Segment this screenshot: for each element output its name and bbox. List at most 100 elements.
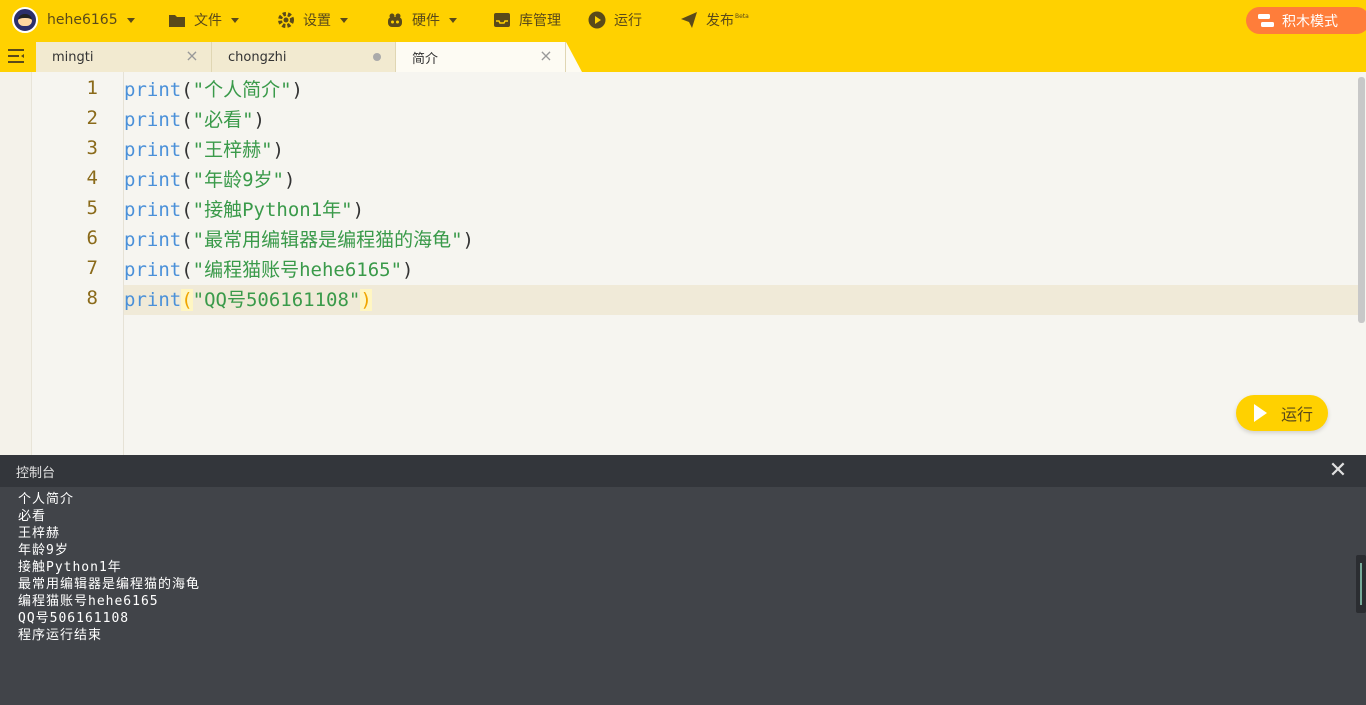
- code-paren-highlighted: ): [360, 289, 372, 311]
- console-scrollbar[interactable]: [1356, 555, 1366, 613]
- run-button-label: 运行: [1281, 405, 1314, 424]
- close-icon[interactable]: ✕: [1328, 460, 1348, 482]
- tab-bar: mingti × chongzhi 简介 ×: [0, 40, 1366, 72]
- code-string: "王梓赫": [192, 139, 273, 161]
- code-line[interactable]: print("接触Python1年"): [124, 195, 1358, 225]
- robot-icon: [386, 11, 404, 29]
- code-line[interactable]: print("最常用编辑器是编程猫的海龟"): [124, 225, 1358, 255]
- code-paren-highlighted: (: [181, 289, 193, 311]
- console-output: 个人简介 必看 王梓赫 年龄9岁 接触Python1年 最常用编辑器是编程猫的海…: [0, 487, 1366, 705]
- tab-label: 简介: [412, 51, 439, 67]
- hardware-menu-label: 硬件: [412, 13, 440, 29]
- line-number: 1: [86, 77, 98, 99]
- code-string: "个人简介": [192, 79, 292, 101]
- console-line: 年龄9岁: [18, 543, 69, 558]
- code-paren: ): [352, 199, 365, 221]
- code-string: "接触Python1年": [192, 199, 353, 221]
- close-icon[interactable]: ×: [539, 48, 553, 64]
- line-number: 4: [86, 167, 98, 189]
- console-line: 王梓赫: [18, 526, 61, 541]
- paper-plane-icon: [680, 11, 698, 29]
- inbox-icon: [493, 11, 511, 29]
- console-line: 必看: [18, 509, 47, 524]
- settings-menu[interactable]: 设置: [277, 0, 348, 40]
- code-string: "年龄9岁": [192, 169, 284, 191]
- run-button[interactable]: 运行: [1236, 395, 1328, 431]
- code-string: "必看": [192, 109, 254, 131]
- editor-side-strip: [0, 72, 32, 455]
- code-paren: (: [181, 79, 193, 101]
- code-string: "QQ号506161108": [192, 289, 361, 311]
- chevron-down-icon: [231, 17, 239, 23]
- code-paren: (: [181, 229, 193, 251]
- unsaved-dot-icon[interactable]: [373, 53, 381, 61]
- console-line: 接触Python1年: [18, 560, 122, 575]
- brick-mode-button[interactable]: 积木模式: [1246, 7, 1366, 34]
- code-paren: (: [181, 139, 193, 161]
- line-number: 7: [86, 257, 98, 279]
- avatar: [12, 7, 38, 33]
- console-line: 编程猫账号hehe6165: [18, 594, 159, 609]
- chevron-down-icon: [449, 17, 457, 23]
- current-code-line[interactable]: print("QQ号506161108"): [124, 285, 1358, 315]
- editor-scrollbar[interactable]: [1358, 77, 1365, 323]
- tab-mingti[interactable]: mingti ×: [36, 42, 212, 72]
- tab-jianjie[interactable]: 简介 ×: [396, 42, 566, 72]
- file-menu[interactable]: 文件: [168, 0, 239, 40]
- tab-label: mingti: [52, 49, 94, 65]
- line-number: 6: [86, 227, 98, 249]
- blocks-icon: [1258, 13, 1274, 28]
- file-menu-label: 文件: [194, 13, 222, 29]
- close-icon[interactable]: ×: [185, 48, 199, 64]
- library-button[interactable]: 库管理: [493, 0, 561, 40]
- code-keyword: print: [124, 229, 182, 251]
- code-keyword: print: [124, 139, 182, 161]
- user-menu[interactable]: hehe6165: [12, 0, 135, 40]
- code-keyword: print: [124, 109, 182, 131]
- tab-chongzhi[interactable]: chongzhi: [212, 42, 396, 72]
- code-paren: (: [181, 199, 193, 221]
- code-paren: ): [283, 169, 296, 191]
- line-number: 2: [86, 107, 98, 129]
- code-keyword: print: [124, 259, 182, 281]
- code-editor[interactable]: 1 2 3 4 5 6 7 8 print("个人简介") print("必看"…: [0, 72, 1366, 455]
- publish-label: 发布: [706, 13, 734, 29]
- run-menu-button[interactable]: 运行: [588, 0, 642, 40]
- folder-icon: [168, 11, 186, 29]
- code-keyword: print: [124, 169, 182, 191]
- line-number: 8: [86, 287, 98, 309]
- sidebar-toggle-button[interactable]: [0, 40, 32, 72]
- console-line: 程序运行结束: [18, 628, 103, 643]
- hardware-menu[interactable]: 硬件: [386, 0, 457, 40]
- username: hehe6165: [47, 12, 118, 28]
- publish-button[interactable]: 发布 Beta: [680, 0, 749, 40]
- line-number: 3: [86, 137, 98, 159]
- settings-menu-label: 设置: [303, 13, 331, 29]
- code-line[interactable]: print("个人简介"): [124, 75, 1358, 105]
- hamburger-icon: [8, 49, 24, 63]
- code-paren: ): [462, 229, 474, 251]
- code-paren: (: [181, 259, 193, 281]
- code-paren: ): [253, 109, 265, 131]
- code-line[interactable]: print("必看"): [124, 105, 1358, 135]
- code-paren: (: [181, 169, 193, 191]
- console-title: 控制台: [16, 465, 56, 481]
- console-line: QQ号506161108: [18, 611, 130, 626]
- code-keyword: print: [124, 79, 182, 101]
- code-line[interactable]: print("王梓赫"): [124, 135, 1358, 165]
- code-line[interactable]: print("年龄9岁"): [124, 165, 1358, 195]
- beta-badge: Beta: [735, 12, 749, 20]
- play-circle-icon: [588, 11, 606, 29]
- code-string: "最常用编辑器是编程猫的海龟": [192, 229, 463, 251]
- code-paren: (: [181, 109, 193, 131]
- code-line[interactable]: print("编程猫账号hehe6165"): [124, 255, 1358, 285]
- code-paren: ): [402, 259, 414, 281]
- gear-icon: [277, 11, 295, 29]
- chevron-down-icon: [340, 17, 348, 23]
- library-label: 库管理: [519, 13, 561, 29]
- top-toolbar: hehe6165 文件 设置 硬件 库管理 运行 发布 Beta 积木模式: [0, 0, 1366, 40]
- console-line: 最常用编辑器是编程猫的海龟: [18, 577, 201, 592]
- chevron-down-icon: [126, 17, 135, 23]
- play-icon: [1254, 404, 1267, 422]
- code-keyword: print: [124, 289, 182, 311]
